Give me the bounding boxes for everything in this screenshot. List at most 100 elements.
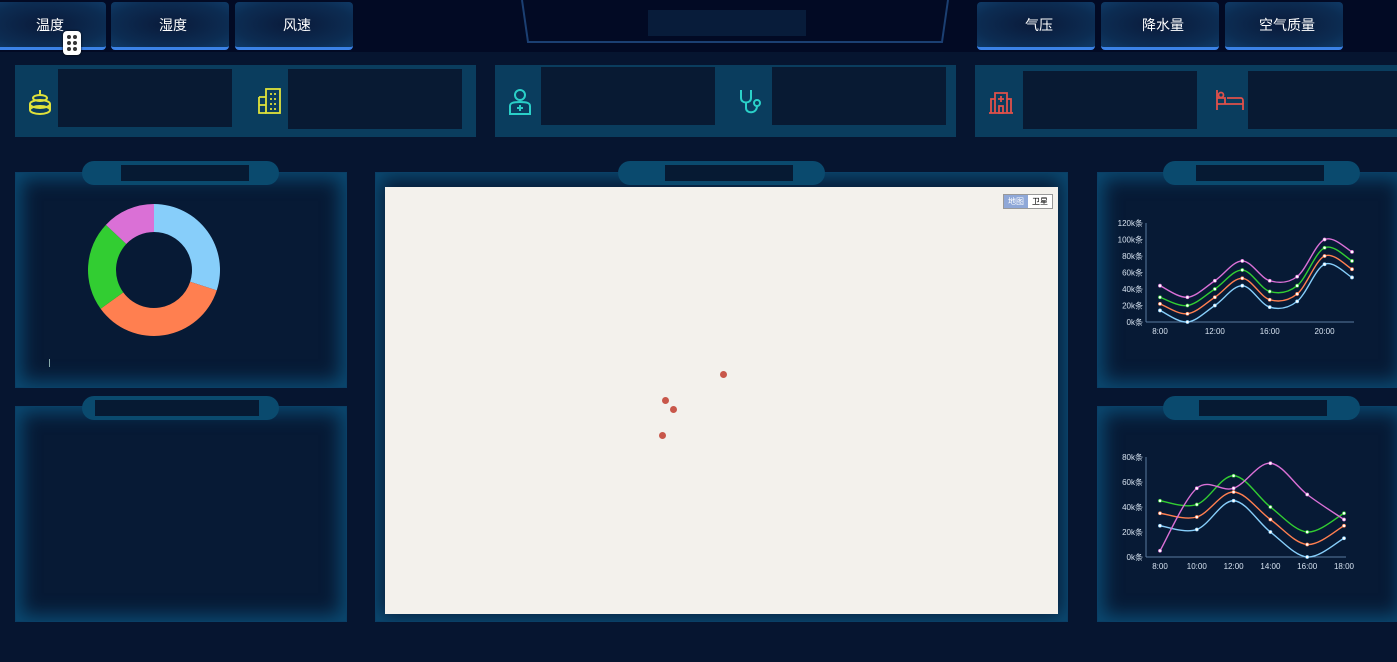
data-point[interactable] — [1350, 259, 1354, 263]
nav-button-temperature[interactable]: 温度 — [0, 2, 106, 50]
data-point[interactable] — [1158, 301, 1162, 306]
data-point[interactable] — [1322, 237, 1327, 242]
data-point[interactable] — [1267, 305, 1272, 310]
data-point[interactable] — [1185, 295, 1190, 300]
data-point[interactable] — [1231, 473, 1236, 478]
data-point[interactable] — [1212, 303, 1217, 308]
map-type-map[interactable]: 地图 — [1004, 195, 1028, 208]
y-tick-label: 120k条 — [1118, 218, 1143, 228]
data-point[interactable] — [1158, 308, 1162, 313]
map-marker[interactable] — [670, 406, 677, 413]
y-tick-label: 100k条 — [1118, 235, 1143, 245]
data-point[interactable] — [1322, 262, 1327, 267]
series-line-3 — [1159, 462, 1345, 552]
data-point[interactable] — [1231, 490, 1236, 494]
data-point[interactable] — [1240, 276, 1245, 281]
y-tick-label: 20k条 — [1122, 301, 1143, 311]
map-marker[interactable] — [659, 432, 666, 439]
x-tick-label: 14:00 — [1260, 562, 1281, 571]
data-point[interactable] — [1158, 523, 1162, 528]
data-point[interactable] — [1305, 555, 1310, 559]
data-point[interactable] — [1350, 275, 1354, 280]
data-point[interactable] — [1185, 320, 1190, 324]
data-point[interactable] — [1295, 283, 1300, 288]
data-point[interactable] — [1295, 274, 1300, 279]
nav-button-pressure[interactable]: 气压 — [977, 2, 1095, 50]
data-point[interactable] — [1268, 461, 1273, 466]
data-point[interactable] — [1158, 548, 1162, 553]
x-tick-label: 8:00 — [1152, 327, 1168, 336]
data-point[interactable] — [1267, 278, 1272, 283]
data-point[interactable] — [1268, 530, 1273, 534]
data-point[interactable] — [1342, 517, 1346, 522]
panel-left-bottom — [15, 406, 347, 622]
data-point[interactable] — [1158, 295, 1162, 300]
tick-mark — [49, 359, 50, 367]
data-point[interactable] — [1231, 498, 1236, 503]
data-point[interactable] — [1295, 292, 1300, 296]
data-point[interactable] — [1267, 289, 1272, 294]
data-point[interactable] — [1194, 486, 1199, 491]
data-point[interactable] — [1240, 283, 1245, 288]
y-tick-label: 60k条 — [1122, 477, 1143, 487]
nav-label: 湿度 — [159, 16, 187, 33]
panel-title — [121, 165, 249, 181]
data-point[interactable] — [1194, 502, 1199, 507]
data-point[interactable] — [1240, 268, 1245, 272]
data-point[interactable] — [1268, 505, 1273, 509]
x-tick-label: 12:00 — [1224, 562, 1245, 571]
map-type-toggle[interactable]: 地图 卫星 — [1003, 194, 1053, 209]
data-point[interactable] — [1158, 283, 1162, 288]
data-point[interactable] — [1212, 295, 1217, 300]
y-tick-label: 20k条 — [1122, 527, 1143, 537]
nav-button-wind-speed[interactable]: 风速 — [235, 2, 353, 50]
building-icon — [257, 87, 285, 115]
data-point[interactable] — [1322, 254, 1327, 258]
data-point[interactable] — [1194, 515, 1199, 519]
map-marker[interactable] — [720, 371, 727, 378]
y-tick-label: 40k条 — [1122, 502, 1143, 512]
data-point[interactable] — [1342, 523, 1346, 528]
stat-value-box — [58, 69, 232, 127]
nav-label: 降水量 — [1142, 16, 1184, 33]
data-point[interactable] — [1295, 299, 1300, 304]
nav-button-humidity[interactable]: 湿度 — [111, 2, 229, 50]
series-line-0 — [1159, 500, 1345, 558]
data-point[interactable] — [1342, 511, 1346, 516]
data-point[interactable] — [1305, 492, 1310, 497]
data-point[interactable] — [1305, 542, 1310, 547]
stat-value-box — [288, 69, 462, 129]
data-point[interactable] — [1212, 287, 1217, 291]
data-point[interactable] — [1322, 245, 1327, 250]
data-point[interactable] — [1212, 278, 1217, 283]
map-view[interactable] — [385, 187, 1058, 614]
doctor-icon — [508, 88, 532, 116]
map-type-satellite[interactable]: 卫星 — [1028, 195, 1052, 208]
data-point[interactable] — [1194, 527, 1199, 532]
data-point[interactable] — [1231, 486, 1236, 491]
data-point[interactable] — [1350, 267, 1354, 272]
drag-handle-icon[interactable] — [63, 31, 81, 55]
y-tick-label: 80k条 — [1122, 251, 1143, 261]
data-point[interactable] — [1342, 536, 1346, 541]
x-tick-label: 16:00 — [1297, 562, 1318, 571]
donut-slice-0[interactable] — [154, 204, 220, 291]
data-point[interactable] — [1158, 511, 1162, 516]
nav-button-precipitation[interactable]: 降水量 — [1101, 2, 1219, 50]
data-point[interactable] — [1350, 249, 1354, 254]
map-marker[interactable] — [662, 397, 669, 404]
data-point[interactable] — [1185, 311, 1190, 316]
x-tick-label: 10:00 — [1187, 562, 1208, 571]
data-point[interactable] — [1158, 498, 1162, 503]
data-point[interactable] — [1268, 517, 1273, 522]
data-point[interactable] — [1240, 259, 1245, 263]
panel-title — [95, 400, 259, 416]
data-point[interactable] — [1185, 303, 1190, 308]
data-point[interactable] — [1267, 297, 1272, 302]
nav-label: 气压 — [1025, 16, 1053, 33]
y-tick-label: 80k条 — [1122, 452, 1143, 462]
data-point[interactable] — [1305, 530, 1310, 534]
nav-button-air-quality[interactable]: 空气质量 — [1225, 2, 1343, 50]
panel-title — [1199, 400, 1327, 416]
y-tick-label: 0k条 — [1127, 317, 1143, 327]
